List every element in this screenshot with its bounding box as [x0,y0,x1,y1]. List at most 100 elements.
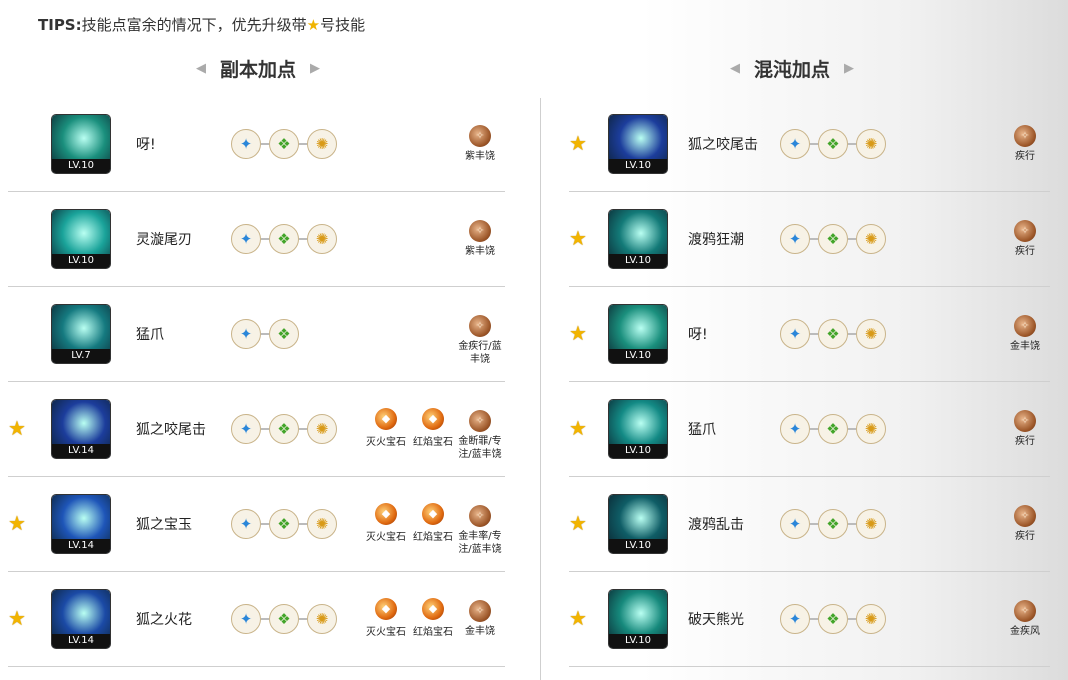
skill-row: ★ LV.14 狐之咬尾击 ✦ ❖ ✺ ◆ 灭火宝石 ◆ 红焰宝石 ✧ 金断罪/专注/蓝丰饶 [8,382,505,477]
rune-blue-icon[interactable]: ✦ [780,509,810,539]
rune-blue-icon[interactable]: ✦ [231,224,261,254]
rune-blue-icon[interactable]: ✦ [780,414,810,444]
seal-item[interactable]: ✧ 疾行 [999,410,1051,448]
seal-item[interactable]: ✧ 金疾风 [999,600,1051,638]
rune-link [299,618,307,620]
seal-icon: ✧ [1014,505,1036,527]
skill-icon[interactable]: LV.10 [52,115,110,173]
seal-label: 疾行 [1015,531,1035,542]
seal-item[interactable]: ✧ 紫丰饶 [454,125,506,163]
rune-gold-icon[interactable]: ✺ [307,604,337,634]
gem-icon: ◆ [375,598,397,620]
right-skill-list: ★ LV.10 狐之咬尾击 ✦ ❖ ✺ ✧ 疾行 ★ LV.10 渡鸦狂潮 ✦ ❖ ✺ ✧ 疾行 ★ LV.10 呀… [569,97,1050,667]
skill-icon[interactable]: LV.10 [609,115,667,173]
star-icon: ★ [8,416,26,440]
skill-level: LV.10 [609,539,667,553]
seal-icon: ✧ [469,600,491,622]
rune-blue-icon[interactable]: ✦ [231,319,261,349]
rune-green-icon[interactable]: ❖ [818,129,848,159]
seal-item[interactable]: ✧ 疾行 [999,505,1051,543]
rune-green-icon[interactable]: ❖ [818,224,848,254]
rune-gold-icon[interactable]: ✺ [856,509,886,539]
skill-level: LV.10 [609,349,667,363]
rune-chain: ✦ ❖ ✺ [780,414,886,444]
rune-gold-icon[interactable]: ✺ [856,604,886,634]
skill-row: LV.10 呀! ✦ ❖ ✺ ✧ 紫丰饶 [8,97,505,192]
rune-gold-icon[interactable]: ✺ [307,509,337,539]
rune-gold-icon[interactable]: ✺ [307,224,337,254]
gem-item[interactable]: ◆ 红焰宝石 [405,503,461,543]
skill-level: LV.10 [609,159,667,173]
right-title-text: 混沌加点 [754,59,831,81]
rune-blue-icon[interactable]: ✦ [780,224,810,254]
skill-name: 灵漩尾刃 [136,232,192,248]
seal-item[interactable]: ✧ 金丰饶 [999,315,1051,353]
rune-green-icon[interactable]: ❖ [818,509,848,539]
rune-green-icon[interactable]: ❖ [818,319,848,349]
seal-item[interactable]: ✧ 金断罪/专注/蓝丰饶 [454,410,506,461]
seal-item[interactable]: ✧ 疾行 [999,125,1051,163]
skill-name: 呀! [688,327,708,343]
seal-label: 疾行 [1015,246,1035,257]
skill-name: 猛爪 [136,327,164,343]
seal-label: 金疾行/蓝丰饶 [458,341,502,365]
rune-link [848,428,856,430]
rune-blue-icon[interactable]: ✦ [780,129,810,159]
rune-green-icon[interactable]: ❖ [269,224,299,254]
rune-link [848,333,856,335]
arrow-right-icon: ▶ [310,61,321,76]
left-panel-title: ◀ 副本加点 ▶ [182,55,334,82]
skill-level: LV.14 [52,539,110,553]
seal-item[interactable]: ✧ 金丰饶 [454,600,506,638]
rune-blue-icon[interactable]: ✦ [231,604,261,634]
skill-icon[interactable]: LV.10 [609,590,667,648]
seal-item[interactable]: ✧ 金疾行/蓝丰饶 [454,315,506,366]
tips-text-before: 技能点富余的情况下，优先升级带 [81,16,307,34]
rune-green-icon[interactable]: ❖ [269,604,299,634]
seal-item[interactable]: ✧ 金丰率/专注/蓝丰饶 [454,505,506,556]
rune-green-icon[interactable]: ❖ [269,129,299,159]
rune-gold-icon[interactable]: ✺ [307,414,337,444]
rune-blue-icon[interactable]: ✦ [231,129,261,159]
skill-name: 猛爪 [688,422,716,438]
skill-icon[interactable]: LV.10 [609,495,667,553]
rune-blue-icon[interactable]: ✦ [780,319,810,349]
rune-blue-icon[interactable]: ✦ [780,604,810,634]
seal-item[interactable]: ✧ 疾行 [999,220,1051,258]
gem-item[interactable]: ◆ 红焰宝石 [405,408,461,448]
rune-link [261,238,269,240]
skill-name: 狐之咬尾击 [136,422,206,438]
skill-level: LV.10 [609,444,667,458]
rune-gold-icon[interactable]: ✺ [856,129,886,159]
rune-blue-icon[interactable]: ✦ [231,509,261,539]
rune-green-icon[interactable]: ❖ [818,604,848,634]
rune-blue-icon[interactable]: ✦ [231,414,261,444]
rune-green-icon[interactable]: ❖ [818,414,848,444]
skill-icon[interactable]: LV.7 [52,305,110,363]
skill-icon[interactable]: LV.10 [52,210,110,268]
gem-icon: ◆ [375,408,397,430]
gem-label: 红焰宝石 [413,532,453,543]
skill-name: 狐之宝玉 [136,517,192,533]
rune-gold-icon[interactable]: ✺ [307,129,337,159]
rune-gold-icon[interactable]: ✺ [856,319,886,349]
seal-label: 金丰饶 [465,626,495,637]
rune-link [810,618,818,620]
rune-green-icon[interactable]: ❖ [269,509,299,539]
skill-icon[interactable]: LV.10 [609,400,667,458]
skill-icon[interactable]: LV.10 [609,210,667,268]
rune-green-icon[interactable]: ❖ [269,414,299,444]
rune-gold-icon[interactable]: ✺ [856,224,886,254]
rune-gold-icon[interactable]: ✺ [856,414,886,444]
gem-icon: ◆ [375,503,397,525]
seal-icon: ✧ [469,410,491,432]
rune-green-icon[interactable]: ❖ [269,319,299,349]
gem-item[interactable]: ◆ 红焰宝石 [405,598,461,638]
seal-item[interactable]: ✧ 紫丰饶 [454,220,506,258]
skill-icon[interactable]: LV.14 [52,400,110,458]
skill-icon[interactable]: LV.14 [52,590,110,648]
skill-icon[interactable]: LV.14 [52,495,110,553]
left-title-text: 副本加点 [220,59,297,81]
rune-chain: ✦ ❖ ✺ [780,509,886,539]
skill-icon[interactable]: LV.10 [609,305,667,363]
